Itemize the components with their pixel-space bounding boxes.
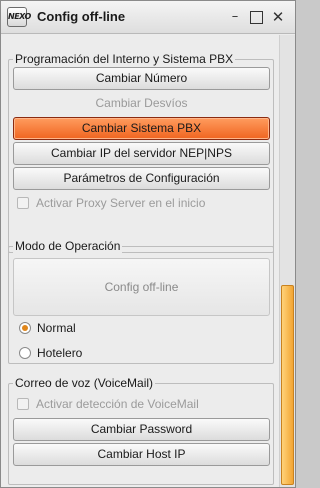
- group-voicemail: Correo de voz (VoiceMail) Activar detecc…: [8, 376, 274, 485]
- close-button[interactable]: ✕: [269, 8, 287, 26]
- parametros-configuracion-button[interactable]: Parámetros de Configuración: [13, 167, 270, 190]
- config-offline-mode-button[interactable]: Config off-line: [13, 258, 270, 316]
- radio-normal-label: Normal: [37, 321, 76, 335]
- radio-normal-dot[interactable]: [19, 322, 31, 334]
- group-pbx: Programación del Interno y Sistema PBX C…: [8, 52, 274, 253]
- content-area: Programación del Interno y Sistema PBX C…: [1, 35, 279, 487]
- app-logo-icon: NEXO: [7, 7, 31, 27]
- title-bar[interactable]: NEXO Config off-line – ✕: [1, 1, 295, 34]
- radio-hotelero[interactable]: Hotelero: [19, 345, 82, 361]
- scrollbar-thumb[interactable]: [281, 285, 294, 485]
- proxy-checkbox-box[interactable]: [17, 197, 29, 209]
- proxy-checkbox-label: Activar Proxy Server en el inicio: [36, 196, 206, 210]
- radio-hotelero-label: Hotelero: [37, 346, 83, 360]
- cambiar-numero-button[interactable]: Cambiar Número: [13, 67, 270, 90]
- group-modo-title: Modo de Operación: [13, 239, 123, 253]
- group-voicemail-title: Correo de voz (VoiceMail): [13, 376, 156, 390]
- minimize-button[interactable]: –: [226, 8, 244, 26]
- window-title: Config off-line: [37, 9, 126, 24]
- vertical-scrollbar[interactable]: [279, 35, 295, 487]
- maximize-button[interactable]: [247, 8, 265, 26]
- voicemail-checkbox-label: Activar detección de VoiceMail: [36, 397, 199, 411]
- radio-normal[interactable]: Normal: [19, 320, 76, 336]
- cambiar-ip-servidor-button[interactable]: Cambiar IP del servidor NEP|NPS: [13, 142, 270, 165]
- voicemail-checkbox-box[interactable]: [17, 398, 29, 410]
- cambiar-sistema-pbx-button[interactable]: Cambiar Sistema PBX: [13, 117, 270, 140]
- config-offline-window: NEXO Config off-line – ✕ Programación de…: [0, 0, 296, 488]
- proxy-server-checkbox[interactable]: Activar Proxy Server en el inicio: [17, 195, 205, 211]
- group-pbx-title: Programación del Interno y Sistema PBX: [13, 52, 236, 66]
- cambiar-password-button[interactable]: Cambiar Password: [13, 418, 270, 441]
- cambiar-desvios-button[interactable]: Cambiar Desvíos: [13, 92, 270, 115]
- radio-hotelero-dot[interactable]: [19, 347, 31, 359]
- cambiar-host-ip-button[interactable]: Cambiar Host IP: [13, 443, 270, 466]
- voicemail-detect-checkbox[interactable]: Activar detección de VoiceMail: [17, 396, 199, 412]
- group-modo-operacion: Modo de Operación Config off-line Normal…: [8, 239, 274, 364]
